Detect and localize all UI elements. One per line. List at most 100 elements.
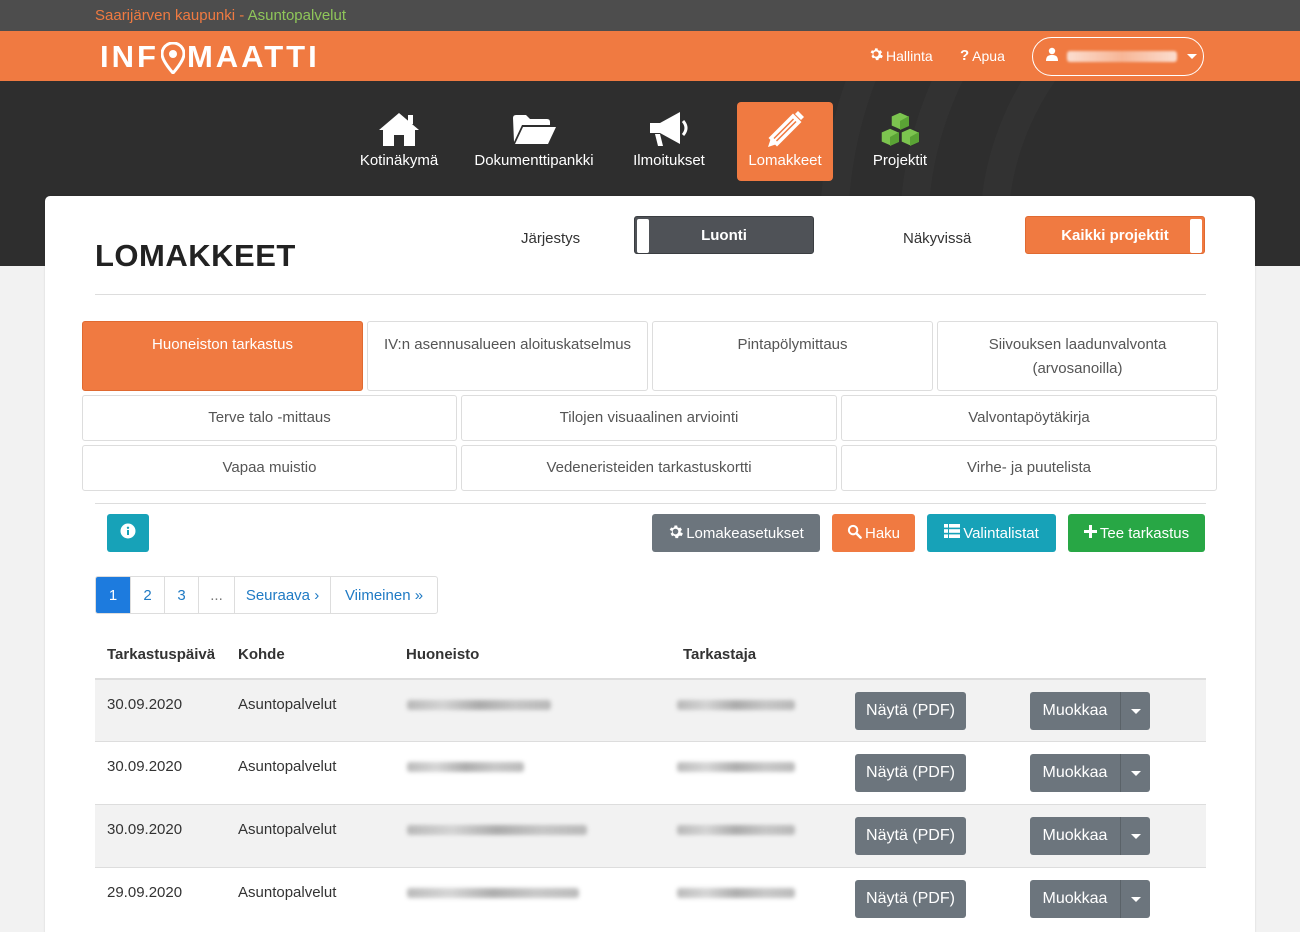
cell-target: Asuntopalvelut [238, 821, 337, 838]
view-pdf-button[interactable]: Näytä (PDF) [855, 692, 966, 730]
caret-down-icon [1187, 54, 1197, 59]
org-service[interactable]: Asuntopalvelut [248, 7, 346, 24]
cell-target: Asuntopalvelut [238, 696, 337, 713]
col-header-date[interactable]: Tarkastuspäivä [107, 646, 215, 663]
col-header-inspector[interactable]: Tarkastaja [683, 646, 756, 663]
nav-item-forms[interactable]: Lomakkeet [737, 102, 833, 181]
edit-button[interactable]: Muokkaa [1030, 754, 1120, 792]
cell-date: 30.09.2020 [107, 758, 183, 775]
info-button[interactable] [107, 514, 149, 552]
form-tab-terve-talo[interactable]: Terve talo -mittaus [82, 395, 457, 441]
edit-dropdown-toggle[interactable] [1120, 692, 1150, 730]
visible-label: Näkyvissä [903, 230, 972, 247]
plus-icon [1083, 524, 1097, 542]
org-city[interactable]: Saarijärven kaupunki [95, 7, 235, 24]
nav-item-home[interactable]: Kotinäkymä [355, 102, 443, 181]
page-ellipsis: ... [198, 577, 234, 613]
form-tab-iv-asennus[interactable]: IV:n asennusalueen aloituskatselmus [367, 321, 648, 391]
divider [95, 294, 1206, 295]
inspector-redacted [677, 700, 795, 710]
admin-label: Hallinta [886, 47, 933, 64]
nav-label-home: Kotinäkymä [359, 152, 439, 169]
page-last[interactable]: Viimeinen » [330, 577, 437, 613]
view-pdf-button[interactable]: Näytä (PDF) [855, 817, 966, 855]
form-tab-vapaa-muistio[interactable]: Vapaa muistio [82, 445, 457, 491]
search-button[interactable]: Haku [832, 514, 915, 552]
page-3[interactable]: 3 [164, 577, 198, 613]
page-2[interactable]: 2 [130, 577, 164, 613]
cell-date: 29.09.2020 [107, 884, 183, 901]
help-link[interactable]: ? Apua [960, 47, 1005, 64]
edit-button[interactable]: Muokkaa [1030, 692, 1120, 730]
edit-dropdown-toggle[interactable] [1120, 880, 1150, 918]
page-next[interactable]: Seuraava › [234, 577, 330, 613]
edit-button[interactable]: Muokkaa [1030, 880, 1120, 918]
order-value: Luonti [701, 226, 747, 244]
form-tab-huoneiston-tarkastus[interactable]: Huoneiston tarkastus [82, 321, 363, 391]
top-header: INF MAATTI Hallinta ? Apua [0, 31, 1300, 81]
col-header-apartment[interactable]: Huoneisto [406, 646, 479, 663]
form-tab-valvontapoytakirja[interactable]: Valvontapöytäkirja [841, 395, 1217, 441]
infomaatti-logo[interactable]: INF MAATTI [100, 39, 320, 76]
caret-down-icon [1130, 708, 1141, 714]
form-tab-tilojen-arviointi[interactable]: Tilojen visuaalinen arviointi [461, 395, 837, 441]
nav-item-projects[interactable]: Projektit [860, 102, 940, 181]
table-row: 30.09.2020 Asuntopalvelut Näytä (PDF) Mu… [95, 678, 1206, 741]
form-tab-pintapolymittaus[interactable]: Pintapölymittaus [652, 321, 933, 391]
edit-button[interactable]: Muokkaa [1030, 817, 1120, 855]
apartment-redacted [407, 888, 579, 898]
form-settings-button[interactable]: Lomakeasetukset [652, 514, 820, 552]
edit-split-button[interactable]: Muokkaa [1030, 754, 1150, 792]
edit-split-button[interactable]: Muokkaa [1030, 692, 1150, 730]
question-icon: ? [960, 47, 970, 64]
cell-date: 30.09.2020 [107, 821, 183, 838]
selection-lists-button[interactable]: Valintalistat [927, 514, 1056, 552]
inspector-redacted [677, 762, 795, 772]
apartment-redacted [407, 700, 551, 710]
search-icon [847, 524, 862, 543]
inspector-redacted [677, 888, 795, 898]
logo-pin-icon [160, 41, 186, 76]
content-card: LOMAKKEET Järjestys Luonti Näkyvissä Kai… [45, 196, 1255, 932]
order-toggle[interactable]: Luonti [634, 216, 814, 254]
order-label: Järjestys [521, 230, 581, 247]
info-icon [120, 523, 136, 543]
toggle-knob [1190, 219, 1202, 253]
organization-bar: Saarijärven kaupunki - Asuntopalvelut [0, 0, 1300, 31]
form-tab-virhelista[interactable]: Virhe- ja puutelista [841, 445, 1217, 491]
view-pdf-button[interactable]: Näytä (PDF) [855, 754, 966, 792]
visible-projects-toggle[interactable]: Kaikki projektit [1025, 216, 1205, 254]
view-pdf-button[interactable]: Näytä (PDF) [855, 880, 966, 918]
divider [95, 503, 1206, 504]
form-tab-siivous[interactable]: Siivouksen laadunvalvonta (arvosanoilla) [937, 321, 1218, 391]
visible-value: Kaikki projektit [1061, 226, 1169, 244]
cell-date: 30.09.2020 [107, 696, 183, 713]
create-inspection-button[interactable]: Tee tarkastus [1068, 514, 1205, 552]
pagination: 1 2 3 ... Seuraava › Viimeinen » [95, 576, 438, 614]
edit-dropdown-toggle[interactable] [1120, 817, 1150, 855]
nav-item-notifications[interactable]: Ilmoitukset [627, 102, 711, 181]
table-row: 30.09.2020 Asuntopalvelut Näytä (PDF) Mu… [95, 804, 1206, 867]
form-tab-vedeneristeet[interactable]: Vedeneristeiden tarkastuskortti [461, 445, 837, 491]
edit-split-button[interactable]: Muokkaa [1030, 880, 1150, 918]
nav-label-forms: Lomakkeet [748, 152, 822, 169]
nav-item-documents[interactable]: Dokumenttipankki [468, 102, 600, 181]
megaphone-icon [646, 106, 692, 152]
nav-label-projects: Projektit [872, 152, 928, 169]
table-row: 30.09.2020 Asuntopalvelut Näytä (PDF) Mu… [95, 741, 1206, 804]
inspector-redacted [677, 825, 795, 835]
edit-dropdown-toggle[interactable] [1120, 754, 1150, 792]
apartment-redacted [407, 762, 524, 772]
breadcrumb-separator: - [235, 7, 248, 24]
admin-link[interactable]: Hallinta [869, 47, 933, 64]
page-1[interactable]: 1 [96, 577, 130, 613]
edit-split-button[interactable]: Muokkaa [1030, 817, 1150, 855]
logo-text-left: INF [100, 39, 159, 74]
page-title: LOMAKKEET [95, 238, 296, 273]
user-menu-button[interactable] [1032, 37, 1204, 76]
folder-open-icon [511, 106, 557, 152]
apartment-redacted [407, 825, 587, 835]
breadcrumb: Saarijärven kaupunki - Asuntopalvelut [95, 7, 346, 24]
table-row: 29.09.2020 Asuntopalvelut Näytä (PDF) Mu… [95, 867, 1206, 930]
col-header-target[interactable]: Kohde [238, 646, 285, 663]
